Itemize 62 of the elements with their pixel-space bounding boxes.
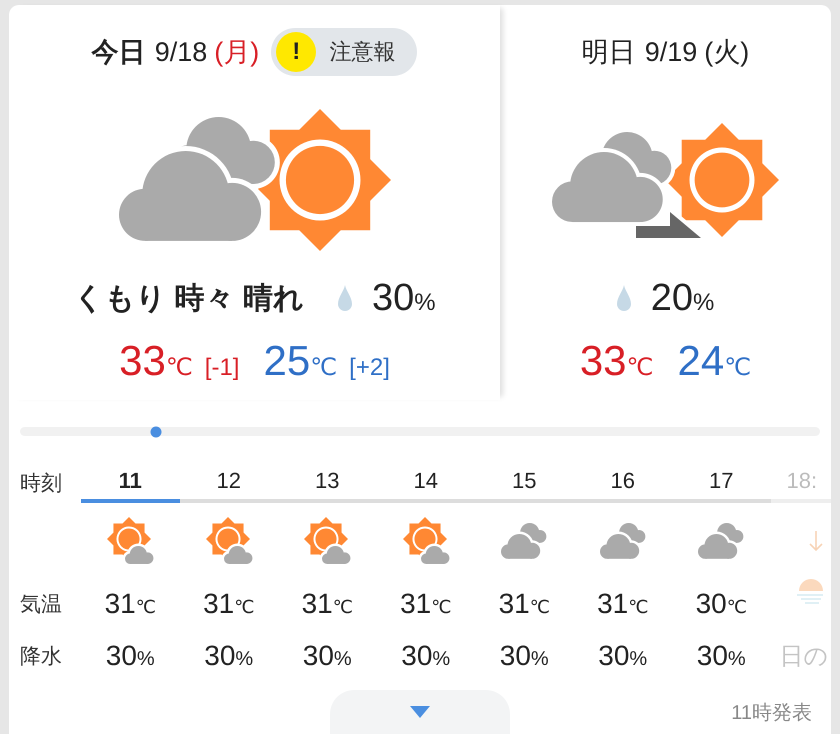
sunset-label: 日の <box>780 642 828 672</box>
time-tab[interactable]: 12 <box>180 462 278 503</box>
high-temp: 33℃ <box>119 337 193 385</box>
precip-cell: 30% <box>106 640 155 672</box>
precip-chance: 30% <box>372 276 436 320</box>
precip-cell: 30% <box>302 640 352 672</box>
precip-cell: 30% <box>696 640 746 672</box>
time-tab[interactable]: 14 <box>376 462 475 503</box>
high-temp: 33℃ <box>580 337 654 385</box>
time-tab[interactable]: 16 <box>574 462 672 503</box>
issued-time: 11時発表 <box>731 700 812 726</box>
temp-diff: [-1] <box>204 354 240 382</box>
precip-cell: 30% <box>401 640 450 672</box>
sun-and-cloud-icon <box>402 517 450 564</box>
time-tab[interactable]: 17 <box>672 462 770 503</box>
clouds-and-sun-icon <box>118 109 390 251</box>
row-label: 気温 <box>20 592 62 618</box>
date-text: 9/19 <box>644 36 698 68</box>
temp-diff: [+2] <box>349 354 390 382</box>
temp-cell: 31℃ <box>498 588 550 620</box>
temp-cell: 30℃ <box>696 588 747 620</box>
clouds-icon <box>698 522 744 558</box>
raindrop-icon <box>338 285 352 311</box>
clouds-icon <box>501 522 548 558</box>
temp-cell: 31℃ <box>203 588 254 620</box>
precip-cell: 30% <box>598 640 648 672</box>
temp-cell: 31℃ <box>597 588 648 620</box>
temp-cell: 31℃ <box>302 588 353 620</box>
temp-cell: 31℃ <box>400 588 452 620</box>
day-label: 今日 <box>92 36 146 69</box>
slider-thumb[interactable] <box>150 426 162 437</box>
raindrop-icon <box>616 285 631 311</box>
down-arrow-icon <box>808 530 822 552</box>
time-tab[interactable]: 13 <box>278 462 376 503</box>
precip-chance: 20% <box>650 276 714 320</box>
clouds-arrow-sun-icon <box>552 122 779 238</box>
sun-and-cloud-icon <box>204 517 253 564</box>
sun-and-cloud-icon <box>106 517 154 564</box>
expand-button[interactable] <box>330 690 510 734</box>
row-label: 降水 <box>20 644 62 670</box>
weekday-text: (火) <box>704 36 750 69</box>
time-tab[interactable]: 15 <box>475 462 574 503</box>
low-temp: 24℃ <box>678 337 752 385</box>
time-tab[interactable]: 11 <box>81 462 180 503</box>
warning-badge[interactable]: ! 注意報 <box>271 28 418 76</box>
temp-cell: 31℃ <box>104 588 156 620</box>
sunset-icon <box>796 578 822 604</box>
weekday-text: (月) <box>214 36 260 69</box>
clouds-icon <box>600 522 646 558</box>
timeline-slider[interactable] <box>20 427 820 436</box>
date-text: 9/18 <box>154 36 208 68</box>
weather-description: くもり 時々 晴れ <box>73 280 304 316</box>
low-temp: 25℃ <box>263 337 338 385</box>
day-card[interactable]: 今日 9/18 (月) ! 注意報 くもり 時々 晴れ 30% 33℃ [-1] 25℃ [+2] <box>9 5 500 400</box>
caret-down-icon <box>410 706 430 718</box>
warning-icon: ! <box>276 32 316 72</box>
day-card[interactable]: 明日 9/19 (火) 20% 33℃ 24℃ <box>500 5 831 400</box>
day-label: 明日 <box>582 36 636 69</box>
precip-cell: 30% <box>204 640 254 672</box>
row-label: 時刻 <box>20 470 62 496</box>
precip-cell: 30% <box>500 640 549 672</box>
sun-and-cloud-icon <box>303 517 352 564</box>
